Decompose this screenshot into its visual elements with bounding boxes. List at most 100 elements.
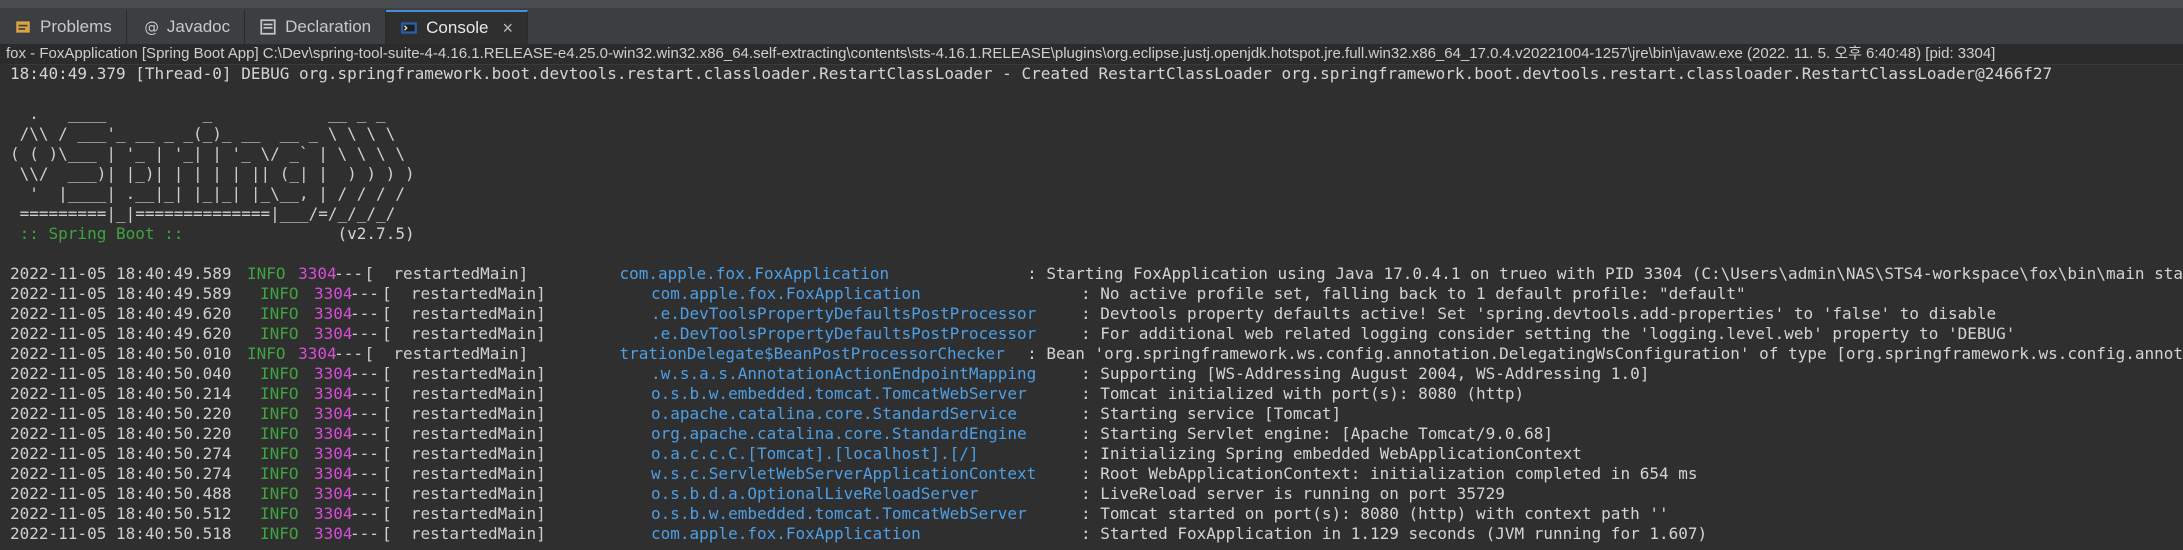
log-thread: [ restartedMain] bbox=[382, 524, 546, 543]
log-row: 2022-11-05 18:40:49.620 INFO 3304 ---[ rest… bbox=[10, 324, 2183, 344]
log-message: : Starting service [Tomcat] bbox=[1081, 404, 1342, 423]
log-logger-link[interactable]: org.apache.catalina.core.StandardEngine bbox=[651, 424, 1081, 444]
log-thread: [ restartedMain] bbox=[382, 304, 546, 323]
log-level: INFO bbox=[260, 324, 299, 343]
banner-footer: :: Spring Boot :: (v2.7.5) bbox=[10, 224, 2183, 244]
log-message: : Initializing Spring embedded WebApplic… bbox=[1081, 444, 1582, 463]
log-date: 2022-11-05 18:40:49.589 bbox=[10, 264, 232, 283]
log-date: 2022-11-05 18:40:50.274 bbox=[10, 464, 232, 483]
log-message: : Supporting [WS-Addressing August 2004,… bbox=[1081, 364, 1650, 383]
log-row: 2022-11-05 18:40:50.274 INFO 3304 ---[ rest… bbox=[10, 464, 2183, 484]
log-message: : Tomcat started on port(s): 8080 (http)… bbox=[1081, 504, 1669, 523]
log-logger-link[interactable]: o.s.b.w.embedded.tomcat.TomcatWebServer bbox=[651, 504, 1081, 524]
tab-declaration[interactable]: Declaration bbox=[245, 10, 387, 44]
log-date: 2022-11-05 18:40:50.040 bbox=[10, 364, 232, 383]
log-pid: 3304 bbox=[314, 324, 353, 343]
log-logger-link[interactable]: .e.DevToolsPropertyDefaultsPostProcessor bbox=[651, 324, 1081, 344]
log-logger-link[interactable]: o.apache.catalina.core.StandardService bbox=[651, 404, 1081, 424]
banner-line: =========|_|==============|___/=/_/_/_/ bbox=[10, 204, 396, 223]
log-date: 2022-11-05 18:40:50.512 bbox=[10, 504, 232, 523]
tab-label: Console bbox=[426, 18, 489, 37]
log-pid: 3304 bbox=[314, 524, 353, 543]
declaration-icon bbox=[259, 18, 277, 36]
log-logger-link[interactable]: com.apple.fox.FoxApplication bbox=[619, 264, 1027, 284]
tab-problems[interactable]: Problems bbox=[0, 10, 127, 44]
log-logger-link[interactable]: o.s.b.w.embedded.tomcat.TomcatWebServer bbox=[651, 384, 1081, 404]
log-thread: [ restartedMain] bbox=[382, 284, 546, 303]
log-row: 2022-11-05 18:40:49.589 INFO 3304 ---[ rest… bbox=[10, 284, 2183, 304]
log-row: 2022-11-05 18:40:50.274 INFO 3304 ---[ rest… bbox=[10, 444, 2183, 464]
log-message: : Tomcat initialized with port(s): 8080 … bbox=[1081, 384, 1525, 403]
log-date: 2022-11-05 18:40:50.214 bbox=[10, 384, 232, 403]
log-thread: [ restartedMain] bbox=[382, 464, 546, 483]
log-message: : Root WebApplicationContext: initializa… bbox=[1081, 464, 1698, 483]
log-logger-link[interactable]: .e.DevToolsPropertyDefaultsPostProcessor bbox=[651, 304, 1081, 324]
log-pid: 3304 bbox=[314, 284, 353, 303]
log-level: INFO bbox=[260, 504, 299, 523]
debug-line: 18:40:49.379 [Thread-0] DEBUG org.spring… bbox=[10, 64, 2053, 83]
banner-line: . ____ _ __ _ _ bbox=[10, 104, 386, 123]
log-separator: --- bbox=[350, 384, 379, 403]
close-icon[interactable]: × bbox=[503, 18, 514, 39]
log-date: 2022-11-05 18:40:49.589 bbox=[10, 284, 232, 303]
log-logger-link[interactable]: .w.s.a.s.AnnotationActionEndpointMapping bbox=[651, 364, 1081, 384]
log-date: 2022-11-05 18:40:49.620 bbox=[10, 304, 232, 323]
log-row: 2022-11-05 18:40:50.220 INFO 3304 ---[ rest… bbox=[10, 424, 2183, 444]
log-pid: 3304 bbox=[314, 464, 353, 483]
log-row: 2022-11-05 18:40:50.010 INFO 3304 ---[ rest… bbox=[10, 344, 2183, 364]
log-level: INFO bbox=[246, 344, 286, 363]
log-level: INFO bbox=[260, 524, 299, 543]
log-separator: --- bbox=[350, 364, 379, 383]
log-logger-link[interactable]: trationDelegate$BeanPostProcessorChecker bbox=[619, 344, 1027, 364]
tab-javadoc[interactable]: @ Javadoc bbox=[126, 10, 246, 44]
problems-icon bbox=[14, 18, 32, 36]
log-message: : Starting Servlet engine: [Apache Tomca… bbox=[1081, 424, 1554, 443]
log-level: INFO bbox=[260, 384, 299, 403]
log-pid: 3304 bbox=[314, 444, 353, 463]
console-output[interactable]: 18:40:49.379 [Thread-0] DEBUG org.spring… bbox=[0, 64, 2183, 550]
log-date: 2022-11-05 18:40:50.274 bbox=[10, 444, 232, 463]
log-logger-link[interactable]: o.s.b.d.a.OptionalLiveReloadServer bbox=[651, 484, 1081, 504]
log-level: INFO bbox=[260, 404, 299, 423]
log-pid: 3304 bbox=[314, 364, 353, 383]
log-separator: --- bbox=[334, 344, 364, 363]
log-thread: [ restartedMain] bbox=[382, 384, 546, 403]
log-pid: 3304 bbox=[298, 264, 337, 283]
view-toolbar: Problems @ Javadoc Declaration Console × bbox=[0, 0, 2183, 45]
console-lines: 18:40:49.379 [Thread-0] DEBUG org.spring… bbox=[10, 64, 2183, 544]
log-row: 2022-11-05 18:40:50.214 INFO 3304 ---[ rest… bbox=[10, 384, 2183, 404]
log-thread: [ restartedMain] bbox=[382, 324, 546, 343]
log-level: INFO bbox=[260, 284, 299, 303]
log-row: 2022-11-05 18:40:50.518 INFO 3304 ---[ rest… bbox=[10, 524, 2183, 544]
log-message: : For additional web related logging con… bbox=[1081, 324, 2016, 343]
log-thread: [ restartedMain] bbox=[364, 264, 529, 283]
log-date: 2022-11-05 18:40:50.220 bbox=[10, 404, 232, 423]
log-pid: 3304 bbox=[314, 304, 353, 323]
tab-console[interactable]: Console × bbox=[386, 10, 529, 44]
log-row: 2022-11-05 18:40:50.488 INFO 3304 ---[ rest… bbox=[10, 484, 2183, 504]
log-thread: [ restartedMain] bbox=[382, 364, 546, 383]
javadoc-icon: @ bbox=[141, 18, 159, 36]
log-level: INFO bbox=[260, 364, 299, 383]
log-date: 2022-11-05 18:40:49.620 bbox=[10, 324, 232, 343]
log-pid: 3304 bbox=[314, 384, 353, 403]
log-logger-link[interactable]: com.apple.fox.FoxApplication bbox=[651, 524, 1081, 544]
log-row: 2022-11-05 18:40:49.620 INFO 3304 ---[ rest… bbox=[10, 304, 2183, 324]
log-thread: [ restartedMain] bbox=[382, 424, 546, 443]
log-logger-link[interactable]: com.apple.fox.FoxApplication bbox=[651, 284, 1081, 304]
banner-line: /\\ / ___'_ __ _ _(_)_ __ __ _ \ \ \ \ bbox=[10, 124, 396, 143]
log-separator: --- bbox=[350, 504, 379, 523]
banner-line: ' |____| .__|_| |_|_| |_\__, | / / / / bbox=[10, 184, 405, 203]
console-icon bbox=[400, 19, 418, 37]
console-launch-description: fox - FoxApplication [Spring Boot App] C… bbox=[0, 44, 2183, 65]
log-logger-link[interactable]: o.a.c.c.C.[Tomcat].[localhost].[/] bbox=[651, 444, 1081, 464]
log-separator: --- bbox=[350, 464, 379, 483]
log-pid: 3304 bbox=[314, 504, 353, 523]
toolbar-top-strip bbox=[0, 0, 2183, 8]
log-separator: --- bbox=[350, 444, 379, 463]
log-logger-link[interactable]: w.s.c.ServletWebServerApplicationContext bbox=[651, 464, 1081, 484]
log-separator: --- bbox=[350, 304, 379, 323]
log-pid: 3304 bbox=[298, 344, 337, 363]
